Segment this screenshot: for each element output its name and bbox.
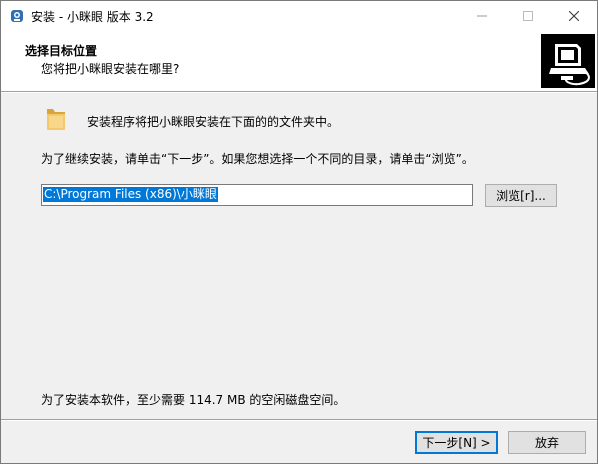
- cancel-button[interactable]: 放弃: [508, 431, 586, 454]
- page-subtitle: 您将把小眯眼安装在哪里?: [41, 62, 180, 76]
- close-button[interactable]: [551, 1, 597, 31]
- wizard-header: 选择目标位置 您将把小眯眼安装在哪里?: [1, 31, 597, 91]
- footer-divider: [1, 419, 597, 421]
- header-divider: [1, 91, 597, 93]
- instruction-text: 为了继续安装，请单击“下一步”。如果您想选择一个不同的目录，请单击“浏览”。: [41, 152, 474, 166]
- page-title: 选择目标位置: [25, 44, 98, 58]
- next-button[interactable]: 下一步[N] >: [415, 431, 498, 454]
- install-info-text: 安装程序将把小眯眼安装在下面的的文件夹中。: [87, 115, 340, 129]
- window-title: 安装 - 小眯眼 版本 3.2: [31, 10, 154, 24]
- close-icon: [569, 11, 579, 21]
- folder-icon: [47, 109, 65, 130]
- title-bar[interactable]: 安装 - 小眯眼 版本 3.2: [1, 1, 597, 31]
- install-path-value: C:\Program Files (x86)\小眯眼: [43, 187, 218, 202]
- minimize-button[interactable]: [459, 1, 505, 31]
- installer-window: 安装 - 小眯眼 版本 3.2 选择目标位置 您将把小眯眼安装在哪里? 安装程序…: [0, 0, 598, 464]
- minimize-icon: [477, 15, 487, 17]
- disk-space-text: 为了安装本软件，至少需要 114.7 MB 的空闲磁盘空间。: [41, 393, 346, 407]
- browse-button[interactable]: 浏览[r]...: [485, 184, 557, 207]
- maximize-icon: [523, 11, 533, 21]
- app-icon: [11, 10, 23, 22]
- installer-computer-icon: [541, 34, 595, 88]
- maximize-button[interactable]: [505, 1, 551, 31]
- install-path-input[interactable]: C:\Program Files (x86)\小眯眼: [41, 184, 473, 206]
